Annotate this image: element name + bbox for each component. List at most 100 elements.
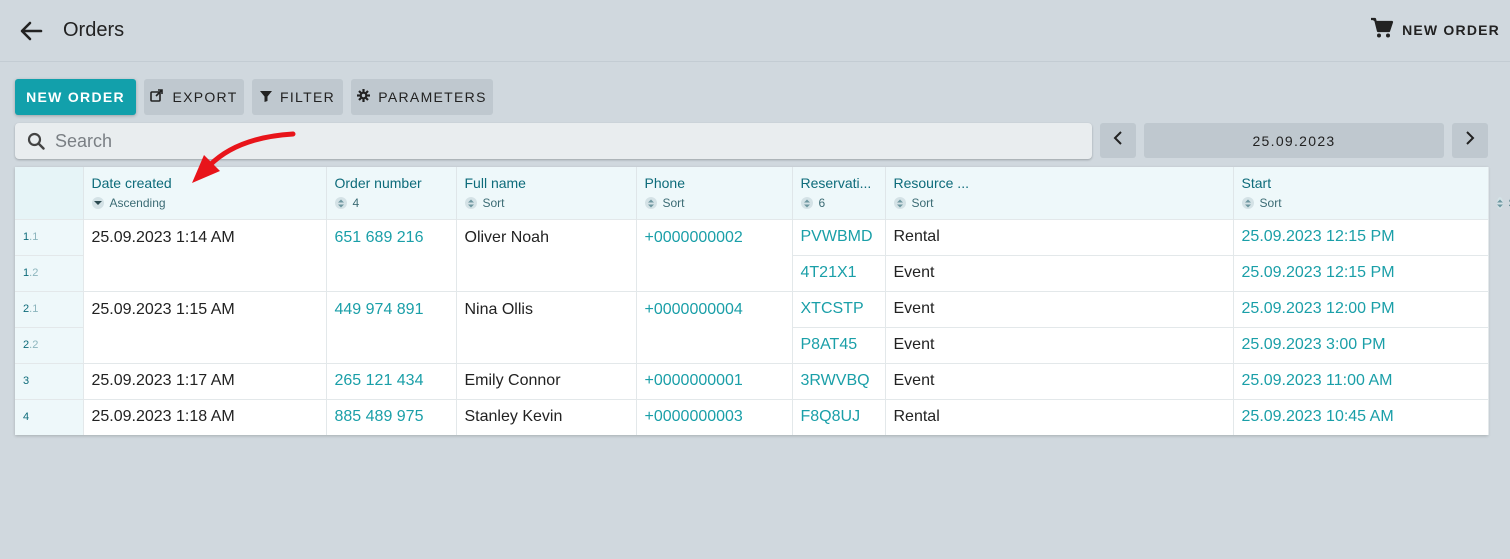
full-name-cell: Stanley Kevin	[455, 398, 636, 435]
date-created-cell: 25.09.2023 1:18 AM	[82, 398, 326, 435]
table-row[interactable]: 3 25.09.2023 1:17 AM 265 121 434 Emily Conn…	[15, 362, 1489, 399]
reservation-code-link[interactable]: PVWBMD	[791, 218, 885, 255]
column-header[interactable]: Date created Ascending	[82, 167, 326, 219]
resource-type-cell: Rental	[884, 398, 1234, 435]
resource-type-cell: Event	[884, 254, 1234, 291]
row-number-sub: 2	[32, 339, 39, 351]
sort-label: Sort	[482, 196, 505, 210]
full-name-cell: Oliver Noah	[455, 218, 636, 291]
chevron-right-icon	[1465, 131, 1475, 150]
export-label: EXPORT	[172, 89, 238, 105]
column-header[interactable]: Start Sort	[1232, 167, 1489, 219]
search-bar	[15, 123, 1092, 159]
column-header[interactable]: Reservati... 6	[791, 167, 885, 219]
table-row[interactable]: 1.1 25.09.2023 1:14 AM 651 689 216 Oliver N…	[15, 218, 1489, 291]
sort-label: Sort	[911, 196, 934, 210]
row-number-sub: 1	[32, 303, 39, 315]
sort-control[interactable]: Sort	[644, 196, 784, 210]
filter-button[interactable]: FILTER	[252, 79, 343, 115]
start-time-link[interactable]: 25.09.2023 3:00 PM	[1232, 326, 1489, 363]
table-header-row: Date created Ascending Order number 4 Full n…	[15, 167, 1510, 219]
sort-label: Sort	[662, 196, 685, 210]
start-time-link[interactable]: 25.09.2023 11:00 AM	[1232, 362, 1489, 399]
sort-label: 6	[818, 196, 826, 210]
reservation-code-link[interactable]: P8AT45	[791, 326, 885, 363]
order-number-link[interactable]: 651 689 216	[325, 218, 456, 291]
reservation-code-link[interactable]: 3RWVBQ	[791, 362, 885, 399]
column-header[interactable]: Resource ... Sort	[884, 167, 1234, 219]
column-header-label: Reservati...	[800, 175, 872, 191]
row-number-main: 3	[23, 375, 30, 387]
full-name-cell: Emily Connor	[455, 362, 636, 399]
next-date-button[interactable]	[1452, 123, 1488, 158]
row-number-header	[15, 167, 83, 219]
filter-icon	[260, 89, 272, 105]
filter-label: FILTER	[280, 89, 335, 105]
sort-control[interactable]: Sort	[1241, 196, 1480, 210]
order-number-link[interactable]: 449 974 891	[325, 290, 456, 363]
previous-date-button[interactable]	[1100, 123, 1136, 158]
reservation-code-link[interactable]: 4T21X1	[791, 254, 885, 291]
sort-control[interactable]: 6	[800, 196, 877, 210]
start-time-link[interactable]: 25.09.2023 12:15 PM	[1232, 218, 1489, 255]
sort-descending-control[interactable]: Ascending	[91, 196, 318, 210]
sort-arrows-icon	[644, 197, 657, 209]
sort-label: Ascending	[109, 196, 166, 210]
orders-table: Date created Ascending Order number 4 Full n…	[15, 167, 1510, 435]
parameters-button[interactable]: PARAMETERS	[351, 79, 493, 115]
phone-link[interactable]: +0000000002	[635, 218, 792, 291]
phone-link[interactable]: +0000000003	[635, 398, 792, 435]
table-body: 1.1 25.09.2023 1:14 AM 651 689 216 Oliver N…	[15, 218, 1489, 435]
back-arrow-icon[interactable]	[18, 18, 44, 44]
sort-arrows-icon	[334, 197, 347, 209]
sort-control[interactable]: Sort	[464, 196, 628, 210]
header-new-order-button[interactable]: NEW ORDER	[1370, 17, 1500, 44]
reservation-code-link[interactable]: XTCSTP	[791, 290, 885, 327]
export-button[interactable]: EXPORT	[144, 79, 244, 115]
new-order-label: NEW ORDER	[26, 89, 125, 105]
column-header-label: Resource ...	[893, 175, 969, 191]
column-header-label: Date created	[91, 175, 172, 191]
row-number: 4	[15, 398, 83, 435]
column-header-label: Start	[1241, 175, 1272, 191]
column-header[interactable]: Order number 4	[325, 167, 456, 219]
table-row[interactable]: 4 25.09.2023 1:18 AM 885 489 975 Stanley Ke…	[15, 398, 1489, 435]
row-number: 2.2	[15, 326, 83, 363]
new-order-button[interactable]: NEW ORDER	[15, 79, 136, 115]
row-number-sub: 2	[32, 267, 39, 279]
sort-arrows-icon	[893, 197, 906, 209]
current-date: 25.09.2023	[1252, 132, 1336, 149]
start-time-link[interactable]: 25.09.2023 12:15 PM	[1232, 254, 1489, 291]
parameters-label: PARAMETERS	[378, 89, 487, 105]
sort-arrows-icon	[1241, 197, 1254, 209]
order-number-link[interactable]: 885 489 975	[325, 398, 456, 435]
date-picker-button[interactable]: 25.09.2023	[1144, 123, 1444, 158]
page-title: Orders	[63, 19, 125, 41]
date-created-cell: 25.09.2023 1:14 AM	[82, 218, 326, 291]
order-number-link[interactable]: 265 121 434	[325, 362, 456, 399]
start-time-link[interactable]: 25.09.2023 10:45 AM	[1232, 398, 1489, 435]
column-header[interactable]: Full name Sort	[455, 167, 636, 219]
sort-control[interactable]: 4	[334, 196, 448, 210]
cart-icon	[1370, 17, 1394, 44]
phone-link[interactable]: +0000000004	[635, 290, 792, 363]
table-row[interactable]: 2.1 25.09.2023 1:15 AM 449 974 891 Nina Oll…	[15, 290, 1489, 363]
row-number: 1.2	[15, 254, 83, 291]
resource-type-cell: Rental	[884, 218, 1234, 255]
start-time-link[interactable]: 25.09.2023 12:00 PM	[1232, 290, 1489, 327]
sort-arrows-icon	[800, 197, 813, 209]
search-input[interactable]	[55, 123, 1075, 159]
sort-control[interactable]: Sort	[893, 196, 1225, 210]
sort-arrows-icon	[1496, 197, 1503, 209]
export-icon	[150, 89, 164, 105]
chevron-left-icon	[1113, 131, 1123, 150]
date-created-cell: 25.09.2023 1:17 AM	[82, 362, 326, 399]
column-header[interactable]: Phone Sort	[635, 167, 792, 219]
resource-type-cell: Event	[884, 290, 1234, 327]
column-header-label: Phone	[644, 175, 685, 191]
phone-link[interactable]: +0000000001	[635, 362, 792, 399]
column-header-label: Full name	[464, 175, 526, 191]
column-header-label: Order number	[334, 175, 422, 191]
row-number: 2.1	[15, 290, 83, 327]
reservation-code-link[interactable]: F8Q8UJ	[791, 398, 885, 435]
